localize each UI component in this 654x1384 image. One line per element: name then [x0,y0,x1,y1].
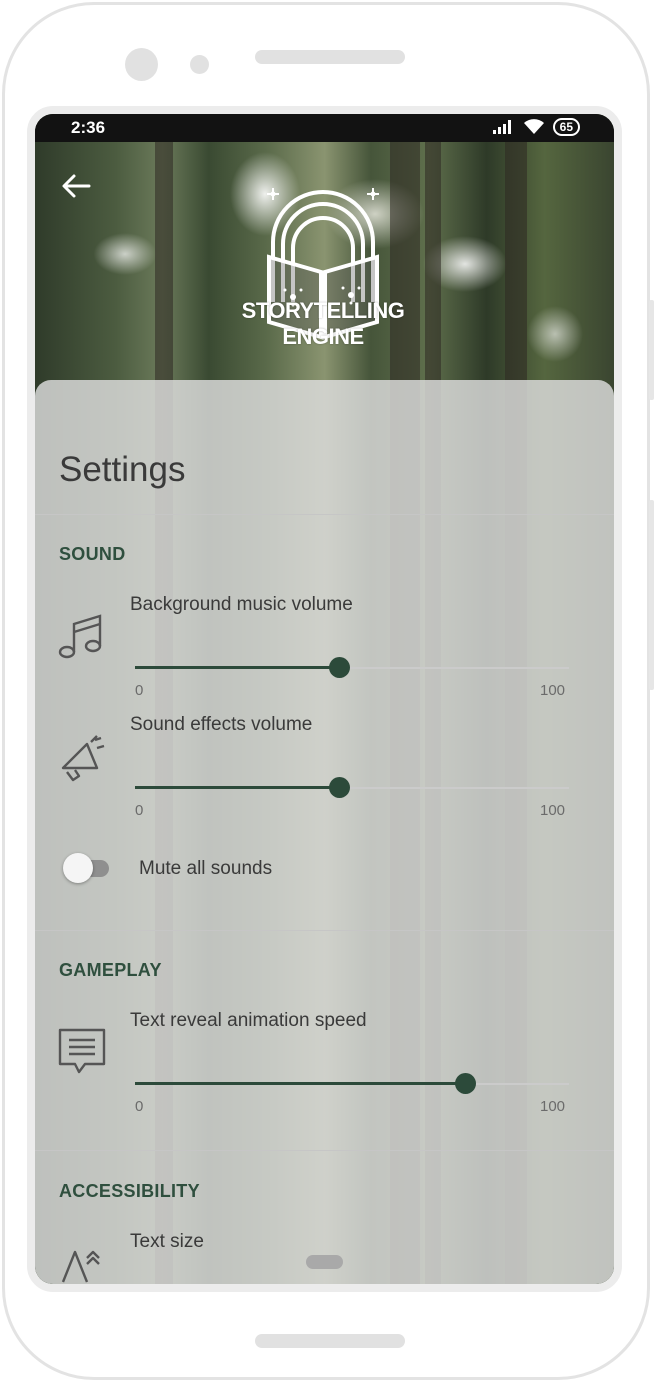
slider-thumb[interactable] [328,657,350,678]
mute-toggle[interactable] [63,853,113,883]
music-note-icon [58,614,102,659]
slider-fill [135,666,339,669]
effects-volume-label: Sound effects volume [130,714,313,735]
status-icons: 65 [492,118,580,136]
page-title: Settings [59,450,186,489]
divider [35,514,614,515]
signal-icon [492,120,511,134]
section-heading-sound: SOUND [59,544,126,564]
chat-text-icon [58,1028,106,1074]
battery-indicator: 65 [552,118,580,136]
logo-text: STORYTELLING ENGINE [211,298,435,350]
effects-max-label: 100 [540,802,566,819]
earpiece-speaker [255,50,405,64]
music-volume-label: Background music volume [130,594,353,615]
front-camera [125,48,158,81]
effects-min-label: 0 [135,802,144,819]
status-time: 2:36 [71,118,106,137]
back-arrow-icon[interactable] [59,169,93,203]
status-bar: 2:36 65 [35,114,614,142]
slider-thumb[interactable] [328,777,350,798]
toggle-knob[interactable] [63,853,93,883]
settings-sheet: Settings SOUND Background music volume 0… [35,380,614,1284]
side-button-power [649,300,654,400]
divider [35,1150,614,1151]
speed-min-label: 0 [135,1098,144,1115]
effects-volume-slider[interactable] [135,776,569,800]
music-max-label: 100 [540,682,566,699]
megaphone-icon [61,735,105,782]
section-heading-gameplay: GAMEPLAY [59,960,162,980]
side-button-volume [649,500,654,690]
logo-line-1: STORYTELLING [241,298,405,323]
slider-fill [135,786,339,789]
slider-fill [135,1082,465,1085]
music-volume-slider[interactable] [135,656,569,680]
text-size-label: Text size [130,1231,204,1252]
hardware-home-bar [255,1334,405,1348]
logo-line-2: ENGINE [282,324,364,349]
text-speed-label: Text reveal animation speed [130,1010,367,1031]
music-min-label: 0 [135,682,144,699]
wifi-icon [523,119,544,134]
section-heading-accessibility: ACCESSIBILITY [59,1181,200,1201]
screen: 2:36 65 STORYTELLING ENGINE Settings SOU… [35,114,614,1284]
text-size-icon [61,1250,100,1283]
mute-label: Mute all sounds [139,858,273,879]
text-speed-slider[interactable] [135,1072,569,1096]
slider-thumb[interactable] [454,1073,476,1094]
sensor [190,55,209,74]
speed-max-label: 100 [540,1098,566,1115]
gesture-nav-pill[interactable] [306,1255,343,1269]
divider [35,930,614,931]
